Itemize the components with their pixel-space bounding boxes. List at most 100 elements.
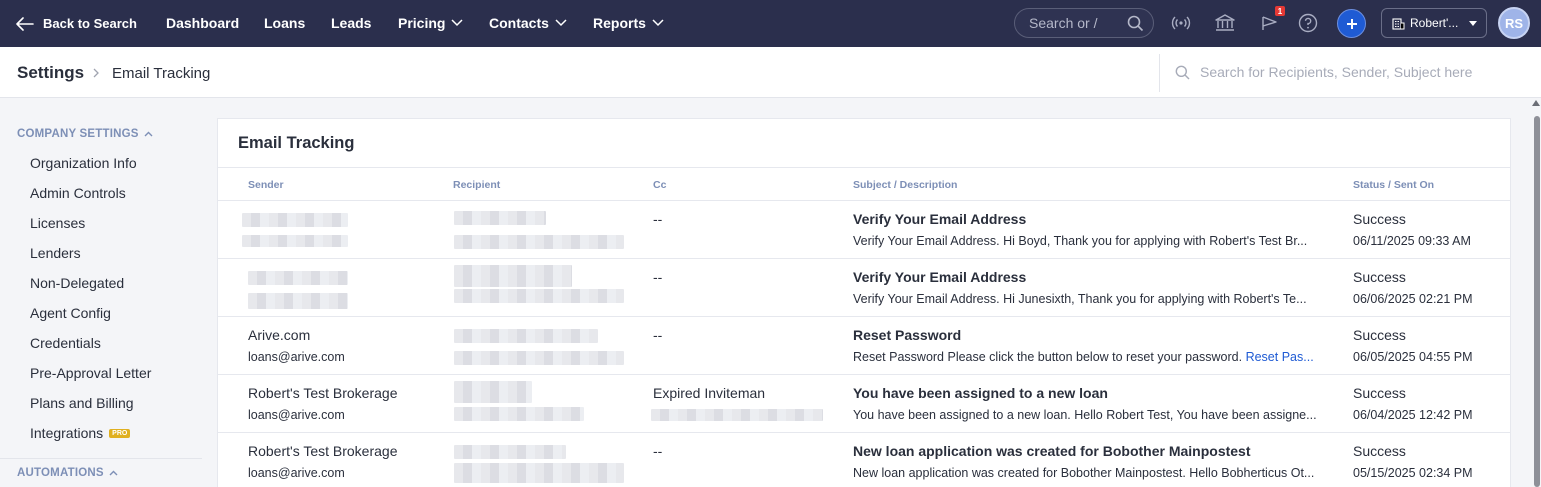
search-icon (1127, 15, 1144, 32)
email-search-container (1175, 64, 1530, 80)
column-header-recipient[interactable]: Recipient (453, 179, 500, 191)
sent-on-timestamp: 05/15/2025 02:34 PM (1353, 466, 1473, 480)
chevron-up-icon (144, 131, 153, 137)
nav-pricing[interactable]: Pricing (398, 15, 463, 31)
sidebar-item-lenders[interactable]: Lenders (30, 245, 81, 261)
sender-name: Robert's Test Brokerage (248, 385, 398, 401)
sidebar-item-non-delegated[interactable]: Non-Delegated (30, 275, 124, 291)
user-avatar[interactable]: RS (1498, 7, 1530, 39)
section-company-settings[interactable]: COMPANY SETTINGS (17, 128, 153, 140)
sidebar-item-label: Pre-Approval Letter (30, 365, 152, 381)
sidebar-item-organization-info[interactable]: Organization Info (30, 155, 137, 171)
chevron-down-icon (652, 19, 664, 27)
column-header-status[interactable]: Status / Sent On (1353, 179, 1434, 191)
sidebar-item-label: Organization Info (30, 155, 137, 171)
section-automations[interactable]: AUTOMATIONS (17, 467, 118, 479)
table-row[interactable]: Arive.com loans@arive.com -- Reset Passw… (218, 316, 1510, 374)
scroll-up-arrow-icon[interactable] (1532, 100, 1540, 106)
redacted-recipient-email (454, 407, 584, 421)
email-description-text: Reset Password Please click the button b… (853, 350, 1243, 364)
nav-leads-label: Leads (331, 15, 372, 31)
settings-sidebar: COMPANY SETTINGS Organization Info Admin… (0, 98, 202, 487)
nav-contacts[interactable]: Contacts (489, 15, 567, 31)
add-new-button[interactable] (1337, 9, 1366, 38)
sidebar-item-label: Lenders (30, 245, 81, 261)
announcement-icon[interactable]: 1 (1259, 6, 1285, 34)
section-automations-label: AUTOMATIONS (17, 467, 104, 479)
email-subject: New loan application was created for Bob… (853, 443, 1251, 459)
column-header-cc[interactable]: Cc (653, 179, 666, 191)
divider (0, 458, 202, 459)
sidebar-item-label: Licenses (30, 215, 86, 231)
redacted-recipient-name (454, 329, 598, 343)
bank-icon[interactable] (1214, 12, 1236, 34)
sidebar-item-admin-controls[interactable]: Admin Controls (30, 185, 126, 201)
sidebar-item-pre-approval-letter[interactable]: Pre-Approval Letter (30, 365, 151, 381)
email-tracking-card: Email Tracking Sender Recipient Cc Subje… (217, 118, 1511, 487)
table-row[interactable]: Robert's Test Brokerage loans@arive.com … (218, 374, 1510, 432)
sidebar-item-agent-config[interactable]: Agent Config (30, 305, 111, 321)
sidebar-item-integrations[interactable]: Integrations PRO (30, 425, 131, 441)
status-text: Success (1353, 211, 1406, 227)
email-search-input[interactable] (1200, 64, 1530, 80)
caret-down-icon (1469, 21, 1477, 26)
top-navigation-bar: Back to Search Dashboard Loans Leads Pri… (0, 0, 1541, 47)
redacted-sender-name (248, 271, 348, 285)
redacted-recipient-name (454, 381, 532, 403)
page-title: Email Tracking (238, 134, 355, 152)
plus-icon (1346, 18, 1357, 29)
nav-dashboard-label: Dashboard (166, 15, 240, 31)
column-header-subject[interactable]: Subject / Description (853, 179, 957, 191)
email-subject: Verify Your Email Address (853, 269, 1027, 285)
sidebar-item-licenses[interactable]: Licenses (30, 215, 85, 231)
sender-name: Arive.com (248, 327, 311, 343)
breadcrumb-current: Email Tracking (112, 65, 211, 82)
redacted-sender-name (242, 213, 348, 227)
email-subject: Verify Your Email Address (853, 211, 1027, 227)
cc-value: -- (653, 211, 663, 227)
help-icon[interactable] (1297, 12, 1319, 34)
organization-selector[interactable]: Robert'... (1381, 8, 1487, 38)
status-text: Success (1353, 327, 1406, 343)
sidebar-item-label: Integrations (30, 425, 104, 441)
sender-email: loans@arive.com (248, 350, 345, 364)
email-description: Reset Password Please click the button b… (853, 350, 1323, 364)
redacted-recipient-email (454, 463, 624, 483)
reset-password-link[interactable]: Reset Pas... (1246, 350, 1314, 364)
chevron-down-icon (451, 19, 463, 27)
status-text: Success (1353, 269, 1406, 285)
notification-badge: 1 (1275, 6, 1285, 16)
scrollbar-thumb[interactable] (1534, 116, 1540, 487)
broadcast-icon[interactable] (1170, 12, 1192, 34)
nav-pricing-label: Pricing (398, 15, 446, 31)
table-row[interactable]: -- Verify Your Email Address Verify Your… (218, 258, 1510, 316)
sidebar-item-credentials[interactable]: Credentials (30, 335, 101, 351)
sender-name: Robert's Test Brokerage (248, 443, 398, 459)
nav-loans[interactable]: Loans (264, 15, 305, 31)
back-to-search-link[interactable]: Back to Search (16, 16, 166, 31)
redacted-recipient-email (454, 235, 624, 249)
breadcrumb-settings[interactable]: Settings (17, 63, 84, 83)
cc-value: -- (653, 269, 663, 285)
email-description: New loan application was created for Bob… (853, 466, 1315, 480)
nav-reports[interactable]: Reports (593, 15, 664, 31)
nav-loans-label: Loans (264, 15, 306, 31)
redacted-recipient-name (454, 445, 566, 459)
organization-name: Robert'... (1410, 16, 1459, 30)
table-row[interactable]: -- Verify Your Email Address Verify Your… (218, 200, 1510, 258)
global-search-placeholder: Search or / (1029, 15, 1098, 31)
building-icon (1392, 17, 1405, 30)
column-header-sender[interactable]: Sender (248, 179, 284, 191)
sidebar-item-plans-and-billing[interactable]: Plans and Billing (30, 395, 134, 411)
sidebar-item-label: Agent Config (30, 305, 111, 321)
chevron-right-icon (93, 67, 100, 81)
breadcrumb-bar: Settings Email Tracking (0, 47, 1541, 98)
chevron-up-icon (109, 470, 118, 476)
global-search-input[interactable]: Search or / (1014, 8, 1154, 38)
table-row[interactable]: Robert's Test Brokerage loans@arive.com … (218, 432, 1510, 487)
redacted-recipient-name (454, 265, 572, 287)
nav-leads[interactable]: Leads (331, 15, 371, 31)
nav-dashboard[interactable]: Dashboard (166, 15, 239, 31)
sent-on-timestamp: 06/04/2025 12:42 PM (1353, 408, 1473, 422)
pro-badge: PRO (109, 428, 131, 438)
